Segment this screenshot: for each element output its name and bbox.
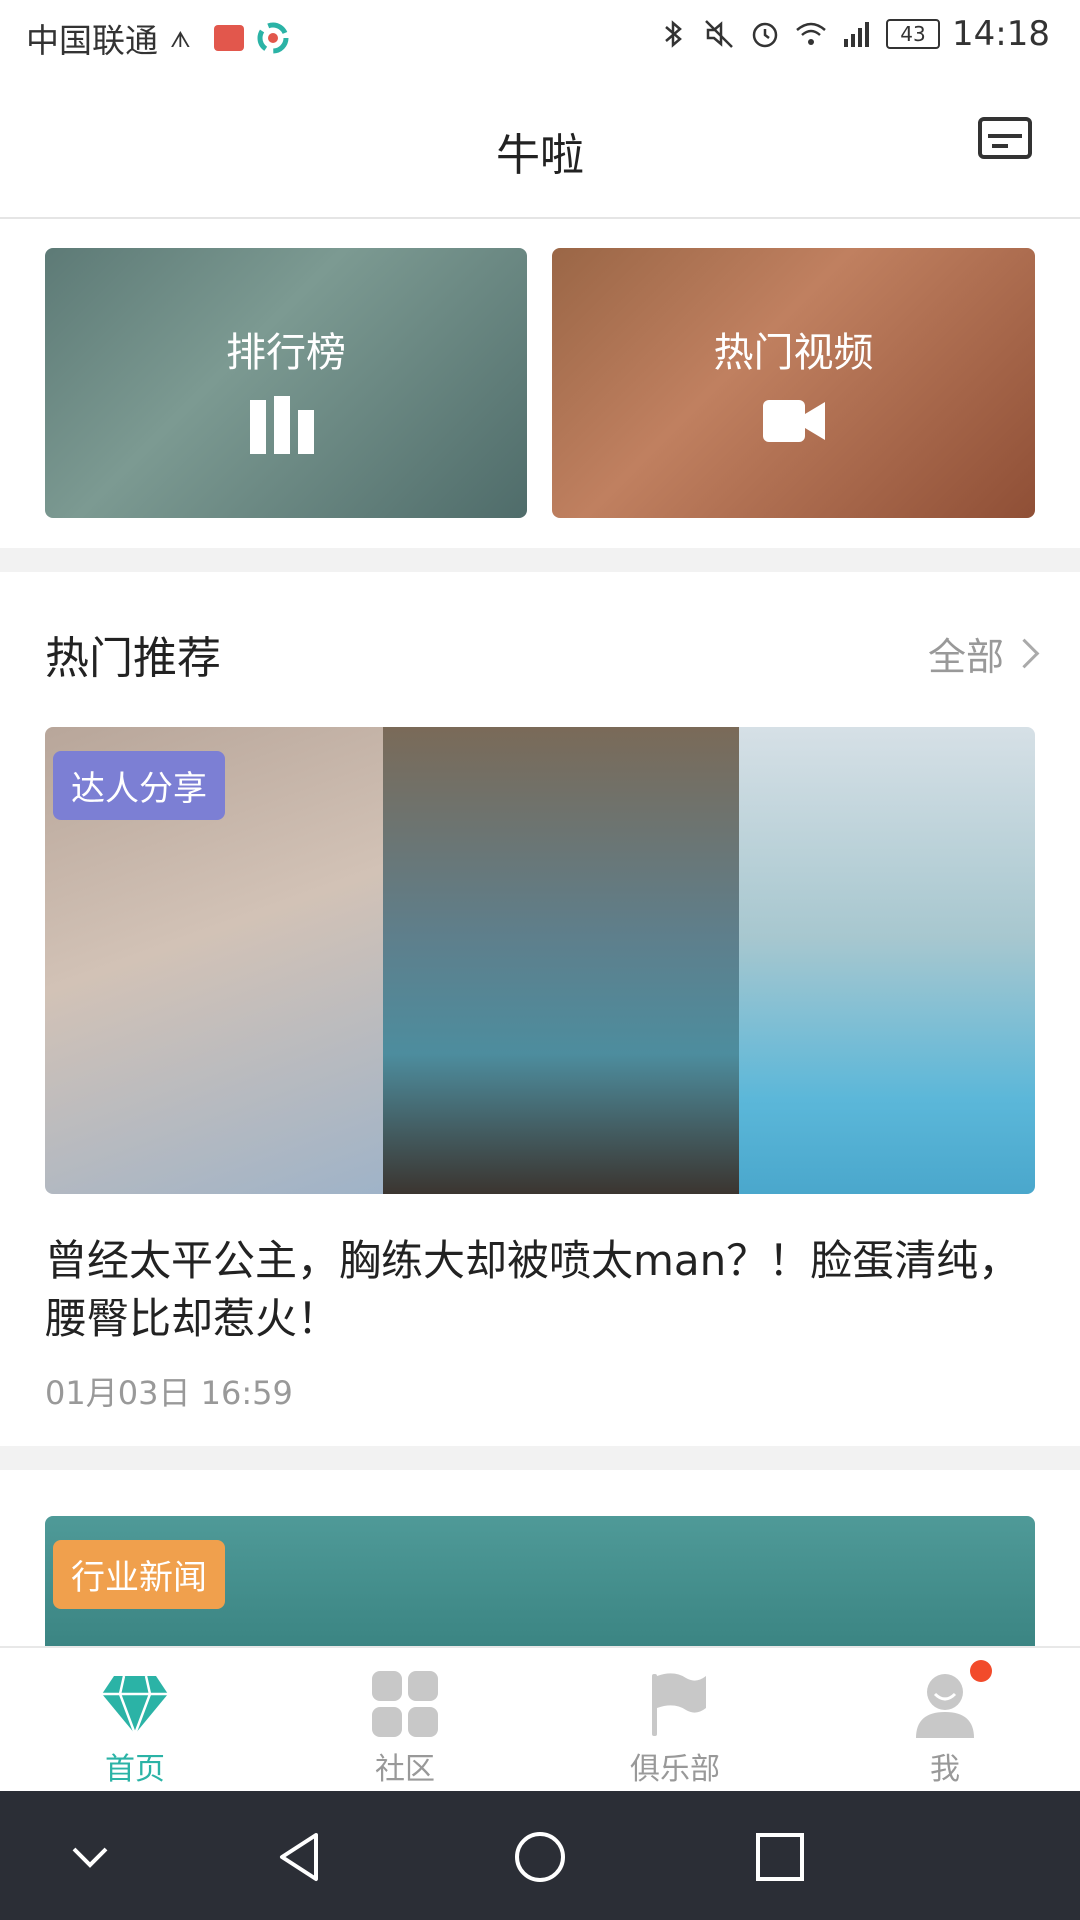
diamond-icon [102,1675,168,1738]
bar-chart-icon [250,396,314,454]
tab-club-label: 俱乐部 [630,1752,720,1787]
article-divider [0,1446,1080,1470]
mute-icon [705,20,733,48]
status-bar: 中国联通 ᗑ 43 14:18 [0,0,1080,75]
tab-home-label: 首页 [105,1752,165,1787]
wifi-icon [796,22,826,45]
article-photo-gym [739,727,1035,1194]
article-tag: 达人分享 [53,751,225,820]
card-icon[interactable] [978,117,1032,159]
back-triangle-icon[interactable] [272,1829,328,1885]
signal-icon [844,22,870,47]
system-navigation-bar [0,1791,1080,1920]
chevron-down-icon[interactable] [62,1829,118,1885]
tab-club[interactable]: 俱乐部 [540,1648,810,1793]
article-image-2[interactable]: 行业新闻 [45,1516,1035,1646]
tile-ranking[interactable]: 排行榜 [45,248,527,518]
tab-me[interactable]: 我 [810,1648,1080,1793]
article-photo-mirror [383,727,739,1194]
section-divider [0,548,1080,572]
tab-community-label: 社区 [375,1752,435,1787]
app-header: 牛啦 [0,75,1080,219]
flag-icon [652,1673,706,1736]
user-icon [916,1674,974,1738]
battery-indicator: 43 [886,19,941,49]
chevron-right-icon [1009,638,1040,669]
alarm-icon [752,22,778,48]
tab-me-label: 我 [930,1752,960,1787]
carrier-name: 中国联通 [26,21,158,60]
article-tag-2: 行业新闻 [53,1540,225,1609]
article-image[interactable]: 达人分享 [45,727,1035,1194]
clock: 14:18 [952,14,1050,54]
view-all-link[interactable]: 全部 [927,626,1040,681]
notification-red-app-icon [214,25,244,51]
notification-badge [970,1660,992,1682]
article-title[interactable]: 曾经太平公主，胸练大却被喷太man？！脸蛋清纯，腰臀比却惹火！ [45,1232,1035,1348]
page-title: 牛啦 [496,130,584,181]
notification-colorful-app-icon [257,22,289,54]
bluetooth-icon [665,20,682,48]
status-left: 中国联通 ᗑ [26,14,290,62]
section-title: 热门推荐 [45,633,221,684]
svg-text:ᗑ: ᗑ [170,28,191,53]
grid-icon [372,1671,438,1737]
tile-hot-videos-label: 热门视频 [713,330,874,376]
notification-app-icon: ᗑ [170,28,191,53]
tab-home[interactable]: 首页 [0,1648,270,1793]
article-date: 01月03日 16:59 [45,1374,293,1412]
tile-hot-videos[interactable]: 热门视频 [552,248,1035,518]
recents-square-icon[interactable] [752,1829,808,1885]
bottom-tab-bar: 首页 社区 俱乐部 我 [0,1646,1080,1793]
tab-community[interactable]: 社区 [270,1648,540,1793]
status-right: 43 14:18 [656,14,1050,54]
view-all-label: 全部 [927,635,1004,679]
home-circle-icon[interactable] [512,1829,568,1885]
tile-ranking-label: 排行榜 [226,330,346,376]
video-camera-icon [762,400,825,442]
